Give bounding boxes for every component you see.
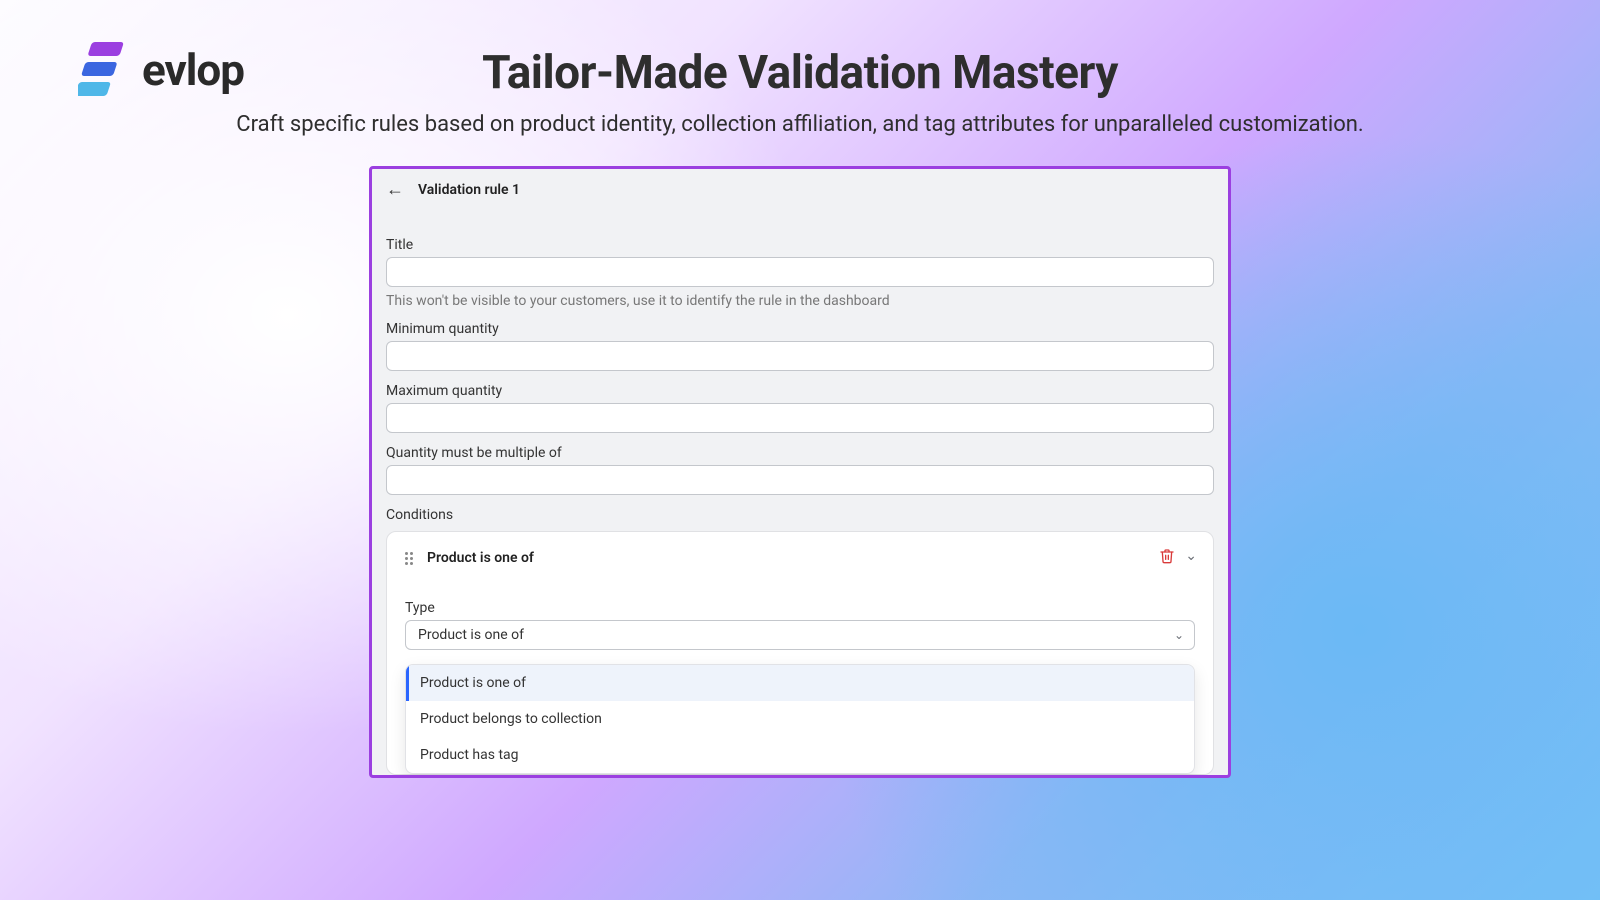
title-label: Title — [386, 237, 1214, 253]
max-qty-label: Maximum quantity — [386, 383, 1214, 399]
condition-card: Product is one of ⌄ Type Product is one … — [386, 531, 1214, 775]
max-qty-input[interactable] — [386, 403, 1214, 433]
min-qty-input[interactable] — [386, 341, 1214, 371]
type-dropdown: Product is one of Product belongs to col… — [405, 664, 1195, 774]
title-help-text: This won't be visible to your customers,… — [386, 293, 1214, 309]
back-arrow-icon[interactable]: ← — [386, 181, 404, 199]
panel-title: Validation rule 1 — [418, 182, 520, 198]
chevron-down-icon[interactable]: ⌄ — [1185, 548, 1197, 564]
page-subheadline: Craft specific rules based on product id… — [0, 112, 1600, 137]
chevron-down-icon: ⌄ — [1174, 628, 1184, 642]
type-label: Type — [405, 600, 1195, 616]
type-select[interactable]: Product is one of ⌄ — [405, 620, 1195, 650]
panel-header: ← Validation rule 1 — [372, 169, 1228, 209]
delete-condition-button[interactable] — [1159, 548, 1175, 564]
conditions-label: Conditions — [386, 507, 1214, 523]
validation-rule-panel: ← Validation rule 1 Title This won't be … — [369, 166, 1231, 778]
type-option-product-is-one-of[interactable]: Product is one of — [406, 665, 1194, 701]
min-qty-label: Minimum quantity — [386, 321, 1214, 337]
page-headline: Tailor-Made Validation Mastery — [0, 46, 1600, 100]
condition-actions: ⌄ — [1159, 548, 1197, 564]
form-body: Title This won't be visible to your cust… — [372, 209, 1228, 778]
multiple-of-label: Quantity must be multiple of — [386, 445, 1214, 461]
type-select-value: Product is one of — [418, 627, 524, 643]
title-input[interactable] — [386, 257, 1214, 287]
multiple-of-input[interactable] — [386, 465, 1214, 495]
drag-handle-icon[interactable] — [405, 552, 417, 564]
condition-title: Product is one of — [427, 550, 534, 566]
condition-header: Product is one of — [405, 550, 1195, 566]
type-option-product-belongs-to-collection[interactable]: Product belongs to collection — [406, 701, 1194, 737]
type-option-product-has-tag[interactable]: Product has tag — [406, 737, 1194, 773]
